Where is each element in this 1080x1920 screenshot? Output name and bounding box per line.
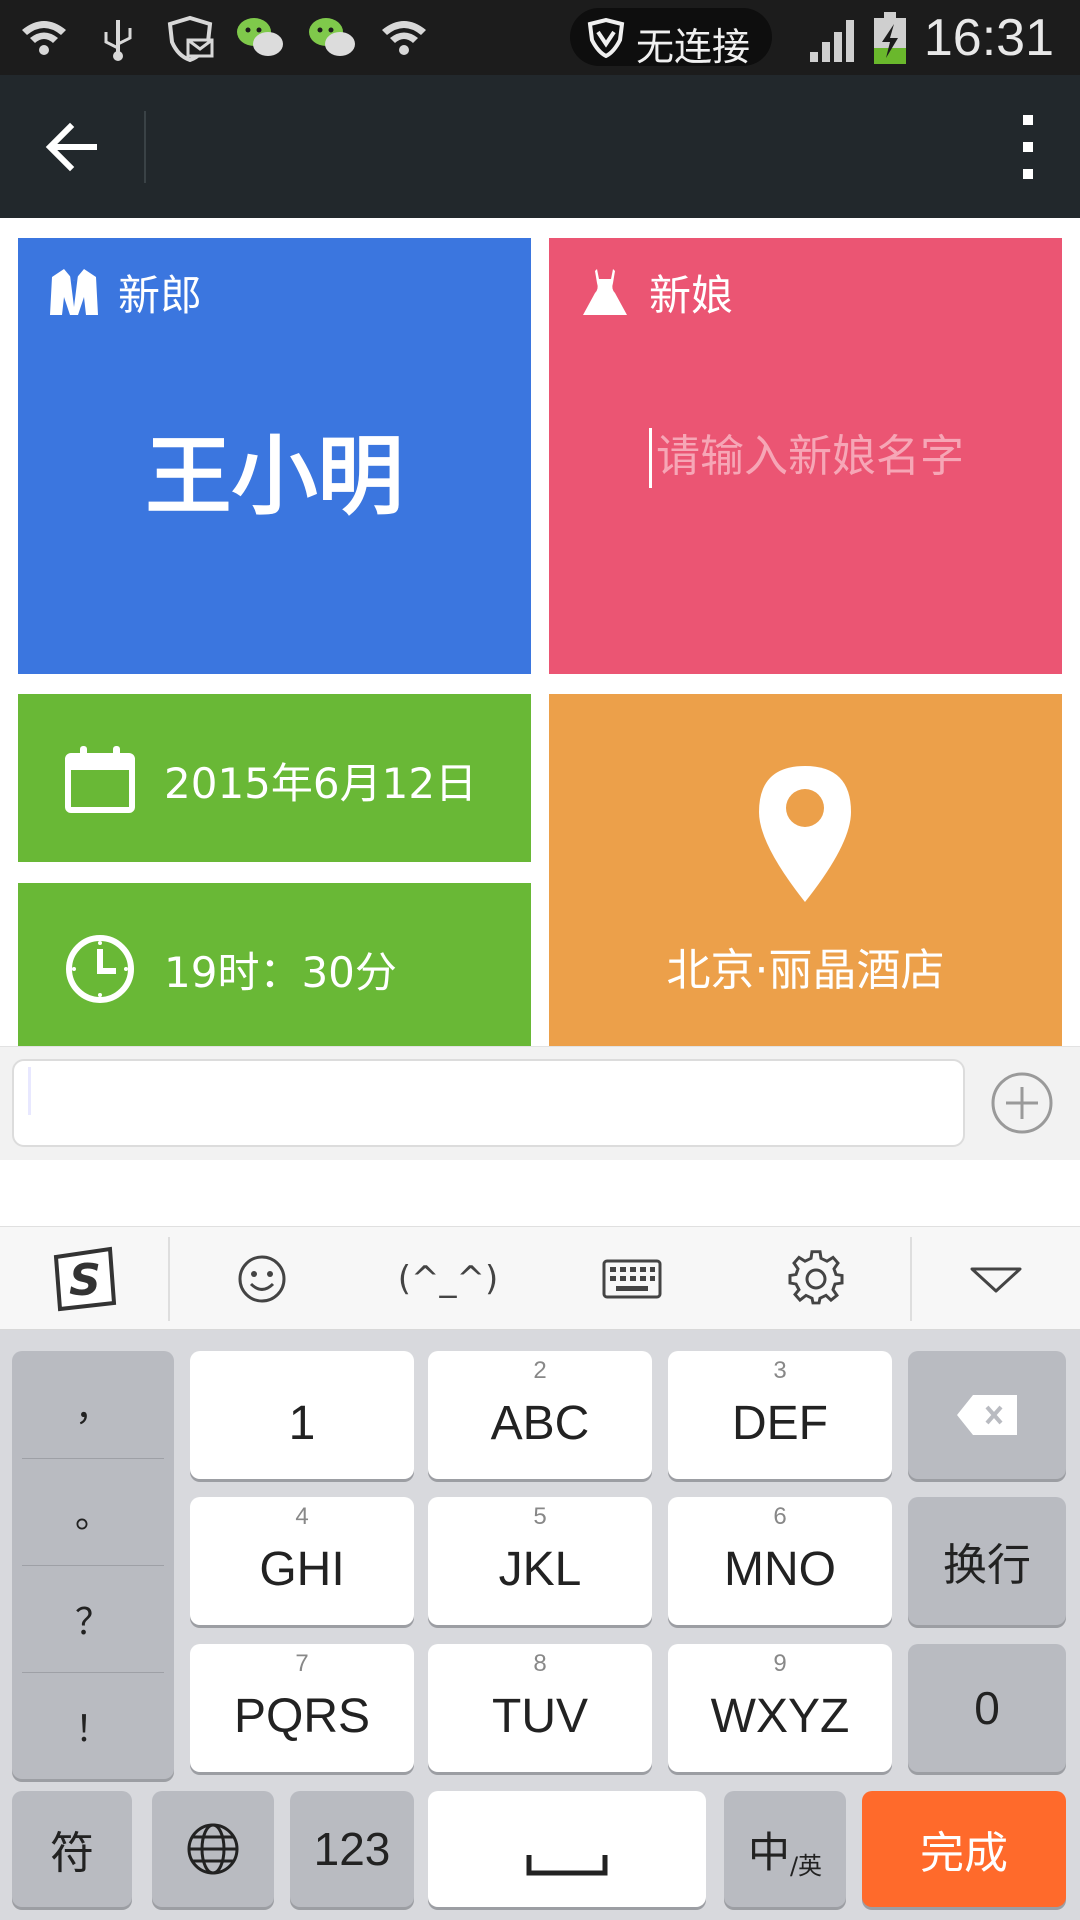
key-7-pqrs[interactable]: 7 PQRS xyxy=(190,1644,414,1772)
wifi-icon xyxy=(382,21,426,55)
gear-icon[interactable] xyxy=(786,1249,846,1309)
key-1[interactable]: 1 xyxy=(190,1351,414,1479)
backspace-icon xyxy=(957,1395,1017,1435)
key-4-ghi[interactable]: 4 GHI xyxy=(190,1497,414,1625)
space-bar[interactable] xyxy=(428,1791,706,1907)
network-status-label: 无连接 xyxy=(636,25,751,69)
clock-icon xyxy=(66,935,134,1003)
globe-icon xyxy=(187,1823,239,1875)
kaomoji-label: (^_^) xyxy=(397,1259,499,1299)
screen: 无连接 16:31 新郎 王小明 新娘 请输入新娘名字 2015年6月12日 1… xyxy=(0,0,1080,1920)
wechat-icon xyxy=(309,18,355,56)
place-tile[interactable]: 北京·丽晶酒店 xyxy=(549,694,1062,1051)
keyboard: ， 。 ？ ！ 1 2 ABC 3 DEF 4 GHI 5 JKL 6 MNO … xyxy=(0,1330,1080,1920)
punct-key-comma[interactable]: ， xyxy=(12,1351,174,1458)
keyboard-icon[interactable] xyxy=(600,1249,664,1309)
space-icon xyxy=(526,1855,608,1876)
bride-header: 新娘 xyxy=(579,266,733,320)
toolbar-separator xyxy=(910,1237,912,1321)
cn-en-toggle[interactable]: 中 /英 xyxy=(724,1791,846,1907)
punct-key-question[interactable]: ？ xyxy=(12,1565,174,1672)
plus-circle-icon[interactable] xyxy=(990,1071,1054,1135)
wedding-time: 19时：30分 xyxy=(164,947,397,997)
key-2-abc[interactable]: 2 ABC xyxy=(428,1351,652,1479)
dress-icon xyxy=(583,269,627,315)
key-5-jkl[interactable]: 5 JKL xyxy=(428,1497,652,1625)
wedding-place: 北京·丽晶酒店 xyxy=(666,945,945,996)
backspace-button[interactable] xyxy=(908,1351,1066,1479)
status-bar: 无连接 16:31 xyxy=(0,0,1080,75)
punct-key-exclaim[interactable]: ！ xyxy=(12,1672,174,1779)
app-bar-divider xyxy=(144,111,146,183)
sogou-logo-icon[interactable]: S xyxy=(48,1245,120,1313)
shield-icon xyxy=(587,18,625,58)
newline-button[interactable]: 换行 xyxy=(908,1497,1066,1625)
svg-text:S: S xyxy=(69,1255,101,1306)
groom-tile[interactable]: 新郎 王小明 xyxy=(18,238,531,674)
app-bar xyxy=(0,75,1080,218)
cn-label: 中 xyxy=(747,1827,790,1877)
number-mode-label: 123 xyxy=(313,1823,391,1875)
bride-tile: 新娘 请输入新娘名字 xyxy=(549,238,1062,674)
keyboard-toolbar: S (^_^) xyxy=(0,1226,1080,1330)
key-9-wxyz[interactable]: 9 WXYZ xyxy=(668,1644,892,1772)
time-row: 19时：30分 xyxy=(64,933,397,1005)
blank-area xyxy=(0,1160,1080,1226)
key-0[interactable]: 0 xyxy=(908,1644,1066,1772)
punctuation-column: ， 。 ？ ！ xyxy=(12,1351,174,1779)
en-label: /英 xyxy=(789,1851,823,1880)
back-button[interactable] xyxy=(40,115,104,179)
text-caret xyxy=(28,1067,31,1115)
symbols-label: 符 xyxy=(50,1828,94,1879)
wedding-date: 2015年6月12日 xyxy=(164,758,478,808)
groom-label: 新郎 xyxy=(118,270,203,320)
message-input-bar xyxy=(0,1046,1080,1160)
key-8-tuv[interactable]: 8 TUV xyxy=(428,1644,652,1772)
battery-charging-icon xyxy=(874,12,906,64)
location-pin-icon xyxy=(759,766,851,902)
punct-key-period[interactable]: 。 xyxy=(12,1458,174,1565)
kaomoji-button[interactable]: (^_^) xyxy=(396,1249,500,1309)
wifi-icon xyxy=(22,21,66,55)
shield-mail-icon xyxy=(167,15,214,62)
wechat-icon xyxy=(237,18,283,56)
key-3-def[interactable]: 3 DEF xyxy=(668,1351,892,1479)
symbols-button[interactable]: 符 xyxy=(12,1791,132,1907)
signal-icon xyxy=(810,20,854,62)
status-time: 16:31 xyxy=(923,9,1054,67)
groom-header: 新郎 xyxy=(48,266,202,320)
usb-icon xyxy=(104,20,132,61)
key-0-label: 0 xyxy=(974,1682,1000,1734)
time-tile[interactable]: 19时：30分 xyxy=(18,883,531,1051)
calendar-icon xyxy=(65,746,135,813)
groom-name: 王小明 xyxy=(145,427,404,527)
toolbar-separator xyxy=(168,1237,170,1321)
key-6-mno[interactable]: 6 MNO xyxy=(668,1497,892,1625)
network-status-pill: 无连接 xyxy=(570,8,772,69)
language-button[interactable] xyxy=(152,1791,274,1907)
chevron-down-icon[interactable] xyxy=(964,1249,1028,1309)
emoji-icon[interactable] xyxy=(232,1249,292,1309)
suit-icon xyxy=(50,269,98,315)
bride-name-input[interactable]: 请输入新娘名字 xyxy=(649,428,989,488)
done-label: 完成 xyxy=(920,1828,1008,1879)
message-input[interactable] xyxy=(12,1059,965,1147)
date-row: 2015年6月12日 xyxy=(64,744,477,816)
number-mode-button[interactable]: 123 xyxy=(290,1791,414,1907)
date-tile[interactable]: 2015年6月12日 xyxy=(18,694,531,862)
more-options-button[interactable] xyxy=(1006,113,1050,181)
newline-label: 换行 xyxy=(943,1540,1031,1591)
bride-label: 新娘 xyxy=(649,270,734,320)
done-button[interactable]: 完成 xyxy=(862,1791,1066,1907)
